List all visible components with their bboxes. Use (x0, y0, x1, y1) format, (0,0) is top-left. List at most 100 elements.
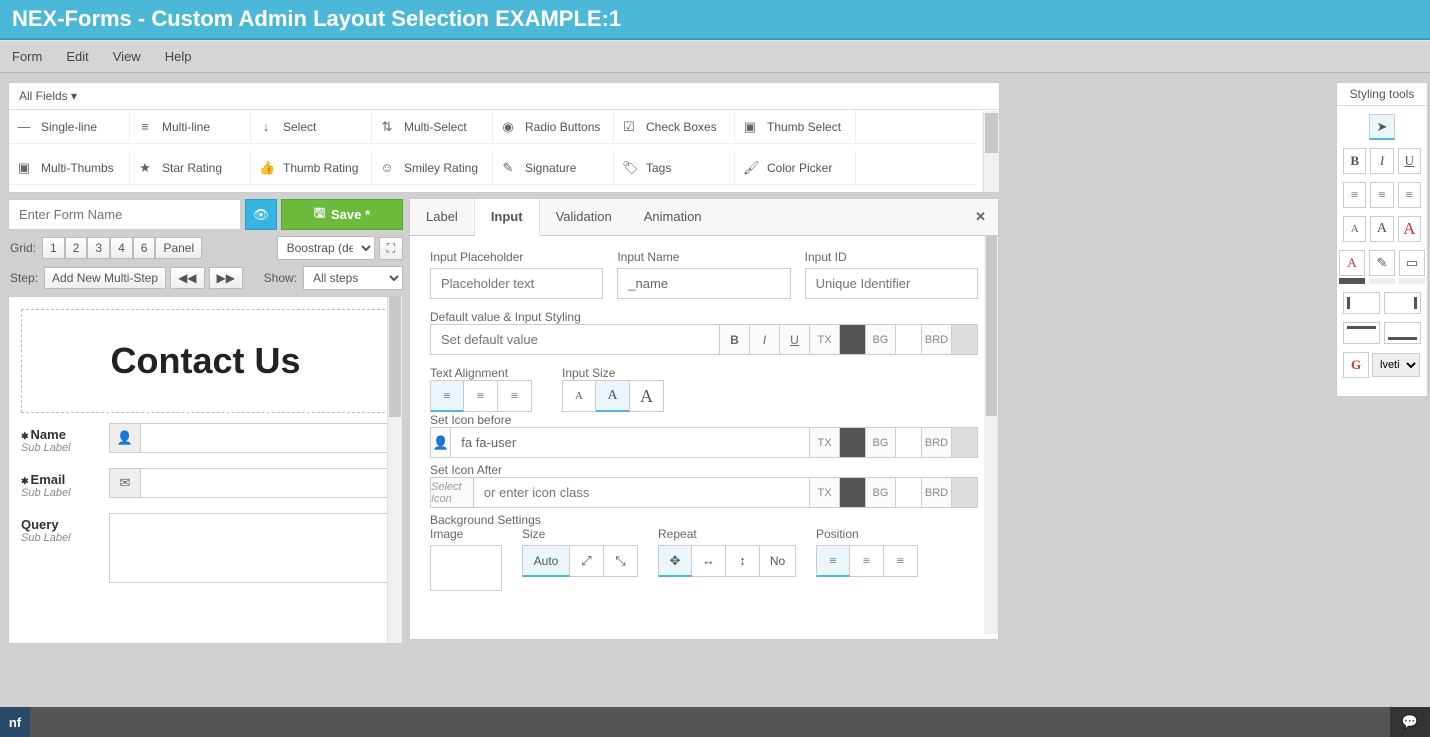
chat-icon[interactable]: 💬 (1390, 707, 1430, 737)
bg-size-auto[interactable]: Auto (522, 545, 570, 577)
icon-after-tx-swatch[interactable] (840, 477, 866, 508)
field-multi-line[interactable]: ≡Multi-line (130, 110, 251, 144)
bg-size-cover[interactable]: ⤡ (604, 545, 638, 577)
form-field-query[interactable]: QuerySub Label (21, 513, 390, 583)
field-single-line[interactable]: —Single-line (9, 110, 130, 144)
size-large-button[interactable]: A (630, 380, 664, 412)
underline-button[interactable]: U (780, 324, 810, 355)
fullscreen-button[interactable]: ⛶ (379, 237, 403, 260)
icon-before-brd-swatch[interactable] (952, 427, 978, 458)
icon-after-select[interactable]: Select Icon (430, 477, 474, 508)
input-name-field[interactable] (617, 268, 790, 299)
grid-btn-6[interactable]: 6 (133, 237, 156, 259)
bg-pos-left[interactable]: ≡ (816, 545, 850, 577)
align-center-tool[interactable]: ≡ (1370, 182, 1393, 208)
size-small-button[interactable]: A (562, 380, 596, 412)
border-color-swatch[interactable] (952, 324, 978, 355)
bg-pos-right[interactable]: ≡ (884, 545, 918, 577)
border-left-tool[interactable] (1343, 292, 1380, 314)
bg-repeat-none[interactable]: No (760, 545, 796, 577)
fields-scrollbar[interactable] (983, 111, 999, 192)
tab-label[interactable]: Label (410, 199, 475, 235)
menu-view[interactable]: View (113, 49, 141, 64)
icon-before-input[interactable] (451, 427, 810, 458)
bg-repeat-both[interactable]: ✥ (658, 545, 692, 577)
props-scrollbar[interactable] (984, 236, 998, 634)
theme-select[interactable]: Boostrap (defa (277, 236, 375, 260)
google-fonts-button[interactable]: G (1343, 352, 1369, 378)
text-color-swatch[interactable] (840, 324, 866, 355)
form-canvas[interactable]: Contact Us NameSub Label👤 EmailSub Label✉… (8, 296, 403, 644)
bg-repeat-x[interactable]: ↔ (692, 545, 726, 577)
show-select[interactable]: All steps (303, 266, 403, 290)
add-step-button[interactable]: Add New Multi-Step (44, 267, 166, 289)
field-multi-thumbs[interactable]: ▣Multi-Thumbs (9, 151, 130, 185)
border-top-tool[interactable] (1343, 322, 1380, 344)
icon-after-bg-swatch[interactable] (896, 477, 922, 508)
canvas-scrollbar[interactable] (387, 297, 402, 643)
border-right-tool[interactable] (1384, 292, 1421, 314)
menu-form[interactable]: Form (12, 49, 42, 64)
field-thumb-select[interactable]: ▣Thumb Select (735, 110, 856, 144)
input-id-field[interactable] (805, 268, 978, 299)
tab-input[interactable]: Input (475, 199, 540, 236)
form-field-name[interactable]: NameSub Label👤 (21, 423, 390, 454)
step-prev-button[interactable]: ◀◀ (170, 267, 204, 289)
field-color-picker[interactable]: 🖌Color Picker (735, 151, 856, 185)
field-tags[interactable]: 🏷Tags (614, 151, 735, 185)
grid-btn-4[interactable]: 4 (110, 237, 133, 259)
menu-edit[interactable]: Edit (66, 49, 88, 64)
field-smiley-rating[interactable]: ☺Smiley Rating (372, 151, 493, 185)
form-name-input[interactable] (8, 199, 241, 230)
icon-before-preview[interactable]: 👤 (430, 427, 451, 458)
placeholder-input[interactable] (430, 268, 603, 299)
font-small-tool[interactable]: A (1343, 216, 1366, 242)
icon-before-tx-swatch[interactable] (840, 427, 866, 458)
size-medium-button[interactable]: A (596, 380, 630, 412)
underline-tool[interactable]: U (1398, 148, 1421, 174)
field-radio-buttons[interactable]: ◉Radio Buttons (493, 110, 614, 144)
field-select[interactable]: ↓Select (251, 110, 372, 144)
font-family-select[interactable]: lvetica (1372, 353, 1420, 377)
bg-pos-center[interactable]: ≡ (850, 545, 884, 577)
italic-tool[interactable]: I (1370, 148, 1393, 174)
fill-color-tool[interactable]: ✎ (1369, 250, 1395, 276)
bold-tool[interactable]: B (1343, 148, 1366, 174)
icon-before-bg-swatch[interactable] (896, 427, 922, 458)
tab-animation[interactable]: Animation (628, 199, 718, 235)
field-thumb-rating[interactable]: 👍Thumb Rating (251, 151, 372, 185)
field-star-rating[interactable]: ★Star Rating (130, 151, 251, 185)
field-multi-select[interactable]: ⇅Multi-Select (372, 110, 493, 144)
grid-btn-2[interactable]: 2 (65, 237, 88, 259)
default-value-input[interactable] (430, 324, 720, 355)
bg-size-contain[interactable]: ⤢ (570, 545, 604, 577)
grid-btn-3[interactable]: 3 (87, 237, 110, 259)
border-bottom-tool[interactable] (1384, 322, 1421, 344)
text-input[interactable] (141, 468, 390, 498)
form-field-email[interactable]: EmailSub Label✉ (21, 468, 390, 499)
pointer-tool-icon[interactable]: ➤ (1369, 114, 1395, 140)
align-left-tool[interactable]: ≡ (1343, 182, 1366, 208)
align-right-button[interactable]: ≡ (498, 380, 532, 412)
field-check-boxes[interactable]: ☑Check Boxes (614, 110, 735, 144)
save-button[interactable]: 🖫Save * (281, 199, 403, 230)
bg-image-well[interactable] (430, 545, 502, 591)
close-icon[interactable]: ✕ (975, 209, 986, 225)
menu-help[interactable]: Help (165, 49, 192, 64)
icon-after-brd-swatch[interactable] (952, 477, 978, 508)
text-color-tool[interactable]: A (1339, 250, 1365, 276)
textarea-input[interactable] (109, 513, 390, 583)
tab-validation[interactable]: Validation (540, 199, 628, 235)
align-left-button[interactable]: ≡ (430, 380, 464, 412)
fields-dropdown[interactable]: All Fields ▾ (9, 83, 999, 110)
align-center-button[interactable]: ≡ (464, 380, 498, 412)
bold-button[interactable]: B (720, 324, 750, 355)
font-large-tool[interactable]: A (1398, 216, 1421, 242)
nf-logo[interactable]: nf (0, 707, 30, 737)
bg-color-swatch[interactable] (896, 324, 922, 355)
italic-button[interactable]: I (750, 324, 780, 355)
heading-block[interactable]: Contact Us (21, 309, 390, 413)
text-input[interactable] (141, 423, 390, 453)
bg-repeat-y[interactable]: ↕ (726, 545, 760, 577)
border-color-tool[interactable]: ▭ (1399, 250, 1425, 276)
